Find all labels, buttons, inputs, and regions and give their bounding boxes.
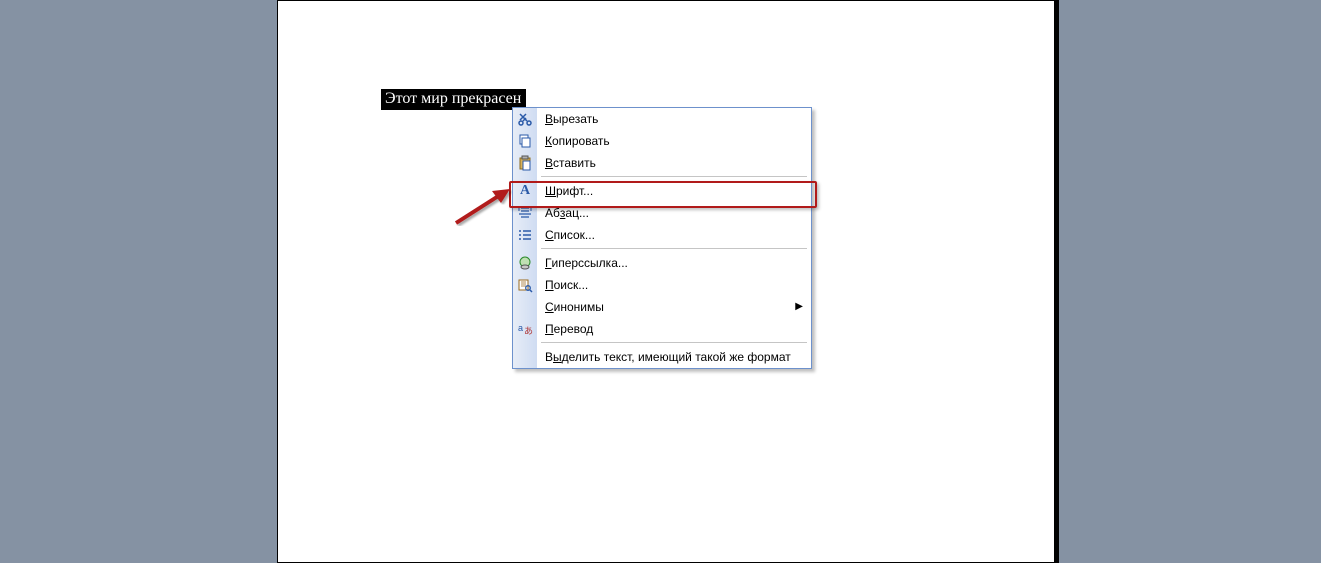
menu-item-label: Список... [545, 224, 793, 246]
menu-item-select-similar-format[interactable]: Выделить текст, имеющий такой же формат [513, 346, 811, 368]
menu-item-copy[interactable]: Копировать [513, 130, 811, 152]
menu-item-cut[interactable]: Вырезать [513, 108, 811, 130]
translate-icon: aあ [513, 318, 537, 340]
menu-item-label: Вставить [545, 152, 793, 174]
menu-item-label: Шрифт... [545, 180, 793, 202]
menu-item-synonyms[interactable]: Синонимы ▶ [513, 296, 811, 318]
scissors-icon [513, 108, 537, 130]
submenu-arrow-icon: ▶ [795, 296, 803, 318]
menu-item-paragraph[interactable]: Абзац... [513, 202, 811, 224]
menu-item-label: Перевод [545, 318, 793, 340]
svg-text:あ: あ [524, 326, 533, 336]
context-menu: Вырезать Копировать Вставить A Шрифт... … [512, 107, 812, 369]
menu-item-label: Гиперссылка... [545, 252, 793, 274]
menu-item-label: Синонимы [545, 296, 793, 318]
menu-item-translate[interactable]: aあ Перевод [513, 318, 811, 340]
list-icon [513, 224, 537, 246]
menu-item-list[interactable]: Список... [513, 224, 811, 246]
copy-icon [513, 130, 537, 152]
search-book-icon [513, 274, 537, 296]
blank-icon [513, 346, 537, 368]
menu-item-label: Копировать [545, 130, 793, 152]
menu-item-label: Выделить текст, имеющий такой же формат [545, 346, 793, 368]
font-letter-icon: A [513, 180, 537, 202]
menu-item-font[interactable]: A Шрифт... [513, 180, 811, 202]
menu-item-label: Вырезать [545, 108, 793, 130]
selected-text[interactable]: Этот мир прекрасен [381, 89, 526, 110]
menu-item-hyperlink[interactable]: Гиперссылка... [513, 252, 811, 274]
svg-text:a: a [518, 323, 523, 333]
blank-icon [513, 296, 537, 318]
paragraph-lines-icon [513, 202, 537, 224]
menu-item-search[interactable]: Поиск... [513, 274, 811, 296]
hyperlink-globe-icon [513, 252, 537, 274]
menu-item-label: Поиск... [545, 274, 793, 296]
paste-icon [513, 152, 537, 174]
menu-item-paste[interactable]: Вставить [513, 152, 811, 174]
menu-item-label: Абзац... [545, 202, 793, 224]
